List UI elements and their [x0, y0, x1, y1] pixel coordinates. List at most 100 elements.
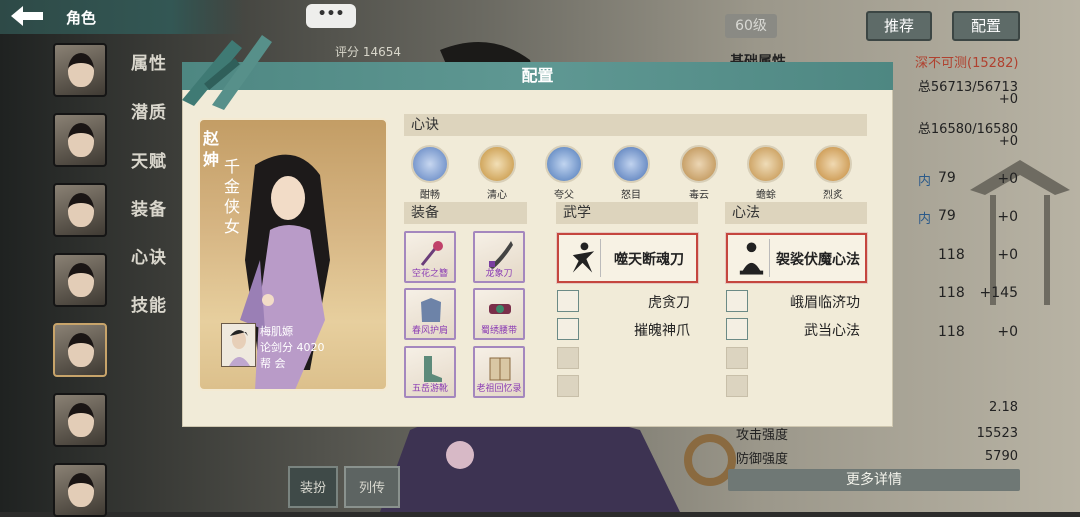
heart-skill-slot[interactable]: 蟾蜍: [746, 145, 786, 201]
equipment-slot-shoulder[interactable]: 春风护肩: [404, 288, 456, 340]
player-score: 论剑分 4020: [260, 341, 325, 354]
stat-value: 118: [938, 324, 965, 340]
stat-bonus: +0: [997, 247, 1018, 263]
method-sub-label: 武当心法: [804, 323, 860, 339]
stat-value: 118: [938, 285, 965, 301]
equipment-slot-weapon[interactable]: 龙象刀: [473, 231, 525, 283]
score-text: 评分 14654: [335, 45, 401, 59]
difficulty-text: 深不可测(15282): [915, 56, 1019, 71]
level-badge: 60级: [725, 14, 777, 38]
blade-icon: [489, 241, 513, 269]
attack-value: 15523: [976, 426, 1018, 441]
heart-skill-slot[interactable]: 清心: [477, 145, 517, 201]
main-method-slot[interactable]: 袈裟伏魔心法: [725, 232, 868, 284]
heart-skill-slot[interactable]: 酣畅: [410, 145, 450, 201]
heart-skill-label: 蟾蜍: [756, 190, 776, 201]
martial-sub-icon[interactable]: [557, 290, 579, 312]
dialog-title: 配置: [521, 66, 554, 85]
main-martial-art-label: 噬天断魂刀: [614, 252, 684, 268]
tab-talent[interactable]: 天赋: [131, 147, 167, 172]
equipment-label: 五岳游靴: [411, 384, 448, 394]
heart-skill-label: 怒目: [621, 190, 641, 201]
boots-icon: [424, 356, 442, 382]
defense-label: 防御强度: [736, 452, 789, 467]
character-avatar[interactable]: [53, 43, 107, 97]
character-avatar[interactable]: [53, 113, 107, 167]
method-sub-icon[interactable]: [726, 318, 748, 340]
heart-skill-icon: [411, 145, 449, 183]
character-avatar[interactable]: [53, 393, 107, 447]
recommend-button[interactable]: 推荐: [866, 11, 932, 41]
heart-skill-icon: [545, 145, 583, 183]
hp-bonus: +0: [998, 92, 1018, 107]
tab-attributes[interactable]: 属性: [131, 49, 167, 74]
equipment-label: 蜀绣腰带: [480, 326, 517, 336]
heart-skill-slot[interactable]: 烈炙: [813, 145, 853, 201]
player-name: 梅肌嫄: [260, 325, 293, 338]
martial-sub-icon[interactable]: [557, 318, 579, 340]
main-method-label: 袈裟伏魔心法: [776, 252, 860, 268]
equipment-label: 空花之簪: [411, 269, 448, 279]
equipment-label: 春风护肩: [411, 326, 448, 336]
book-icon: [489, 357, 511, 381]
pavilion-decoration: [970, 160, 1070, 305]
character-avatar-selected[interactable]: [53, 323, 107, 377]
martial-pose-icon: [572, 239, 601, 277]
tab-skills[interactable]: 技能: [131, 291, 167, 316]
page-title: 角色: [66, 9, 97, 27]
tab-equipment[interactable]: 装备: [131, 195, 167, 220]
equipment-slot-boots[interactable]: 五岳游靴: [404, 346, 456, 398]
empty-method-slot[interactable]: [726, 375, 748, 397]
equipment-header: 装备: [404, 202, 527, 224]
stat-icon-label: 内: [918, 174, 932, 189]
belt-icon: [489, 304, 511, 314]
player-avatar: [221, 323, 256, 367]
heart-skill-icon: [478, 145, 516, 183]
tab-heart-skill[interactable]: 心诀: [131, 243, 167, 268]
defense-value: 5790: [984, 449, 1018, 464]
more-options-button[interactable]: •••: [306, 4, 356, 28]
heart-skill-icon: [814, 145, 852, 183]
hairpin-icon: [420, 241, 443, 266]
character-name: 赵 妽: [202, 129, 219, 169]
crit-value: 2.18: [989, 400, 1018, 415]
stat-value: 118: [938, 247, 965, 263]
heart-skill-label: 清心: [487, 190, 507, 201]
mp-bonus: +0: [998, 134, 1018, 149]
martial-sub-label: 虎贪刀: [648, 295, 690, 311]
equipment-slot-hairpin[interactable]: 空花之簪: [404, 231, 456, 283]
method-header: 心法: [725, 202, 867, 224]
method-sub-icon[interactable]: [726, 290, 748, 312]
outfit-tab[interactable]: 装扮: [288, 466, 338, 508]
meditation-icon: [739, 239, 770, 277]
stat-bonus: +145: [979, 285, 1018, 301]
heart-skill-slot[interactable]: 夸父: [544, 145, 584, 201]
config-button[interactable]: 配置: [952, 11, 1020, 41]
equipment-slot-belt[interactable]: 蜀绣腰带: [473, 288, 525, 340]
empty-martial-slot[interactable]: [557, 375, 579, 397]
heart-skill-icon: [680, 145, 718, 183]
empty-martial-slot[interactable]: [557, 347, 579, 369]
heart-skill-icon: [747, 145, 785, 183]
character-nickname: 千金侠女: [223, 157, 240, 236]
heart-skill-slot[interactable]: 毒云: [679, 145, 719, 201]
biography-tab[interactable]: 列传: [344, 466, 400, 508]
stat-bonus: +0: [997, 209, 1018, 225]
character-avatar[interactable]: [53, 463, 107, 517]
stat-value: 79: [938, 170, 956, 186]
character-avatar[interactable]: [53, 183, 107, 237]
equipment-slot-book[interactable]: 老祖回忆录: [473, 346, 525, 398]
heart-skill-slot[interactable]: 怒目: [611, 145, 651, 201]
tab-potential[interactable]: 潜质: [131, 98, 167, 123]
martial-header: 武学: [556, 202, 698, 224]
martial-sub-label: 摧魄神爪: [634, 323, 690, 339]
heart-skill-label: 夸父: [554, 190, 574, 201]
character-avatar[interactable]: [53, 253, 107, 307]
empty-method-slot[interactable]: [726, 347, 748, 369]
back-arrow-icon[interactable]: [4, 3, 50, 31]
main-martial-art-slot[interactable]: 噬天断魂刀: [556, 232, 699, 284]
stat-bonus: +0: [997, 324, 1018, 340]
armor-icon: [421, 298, 441, 322]
more-details-button[interactable]: 更多详情: [728, 469, 1020, 491]
equipment-label: 龙象刀: [485, 269, 513, 279]
